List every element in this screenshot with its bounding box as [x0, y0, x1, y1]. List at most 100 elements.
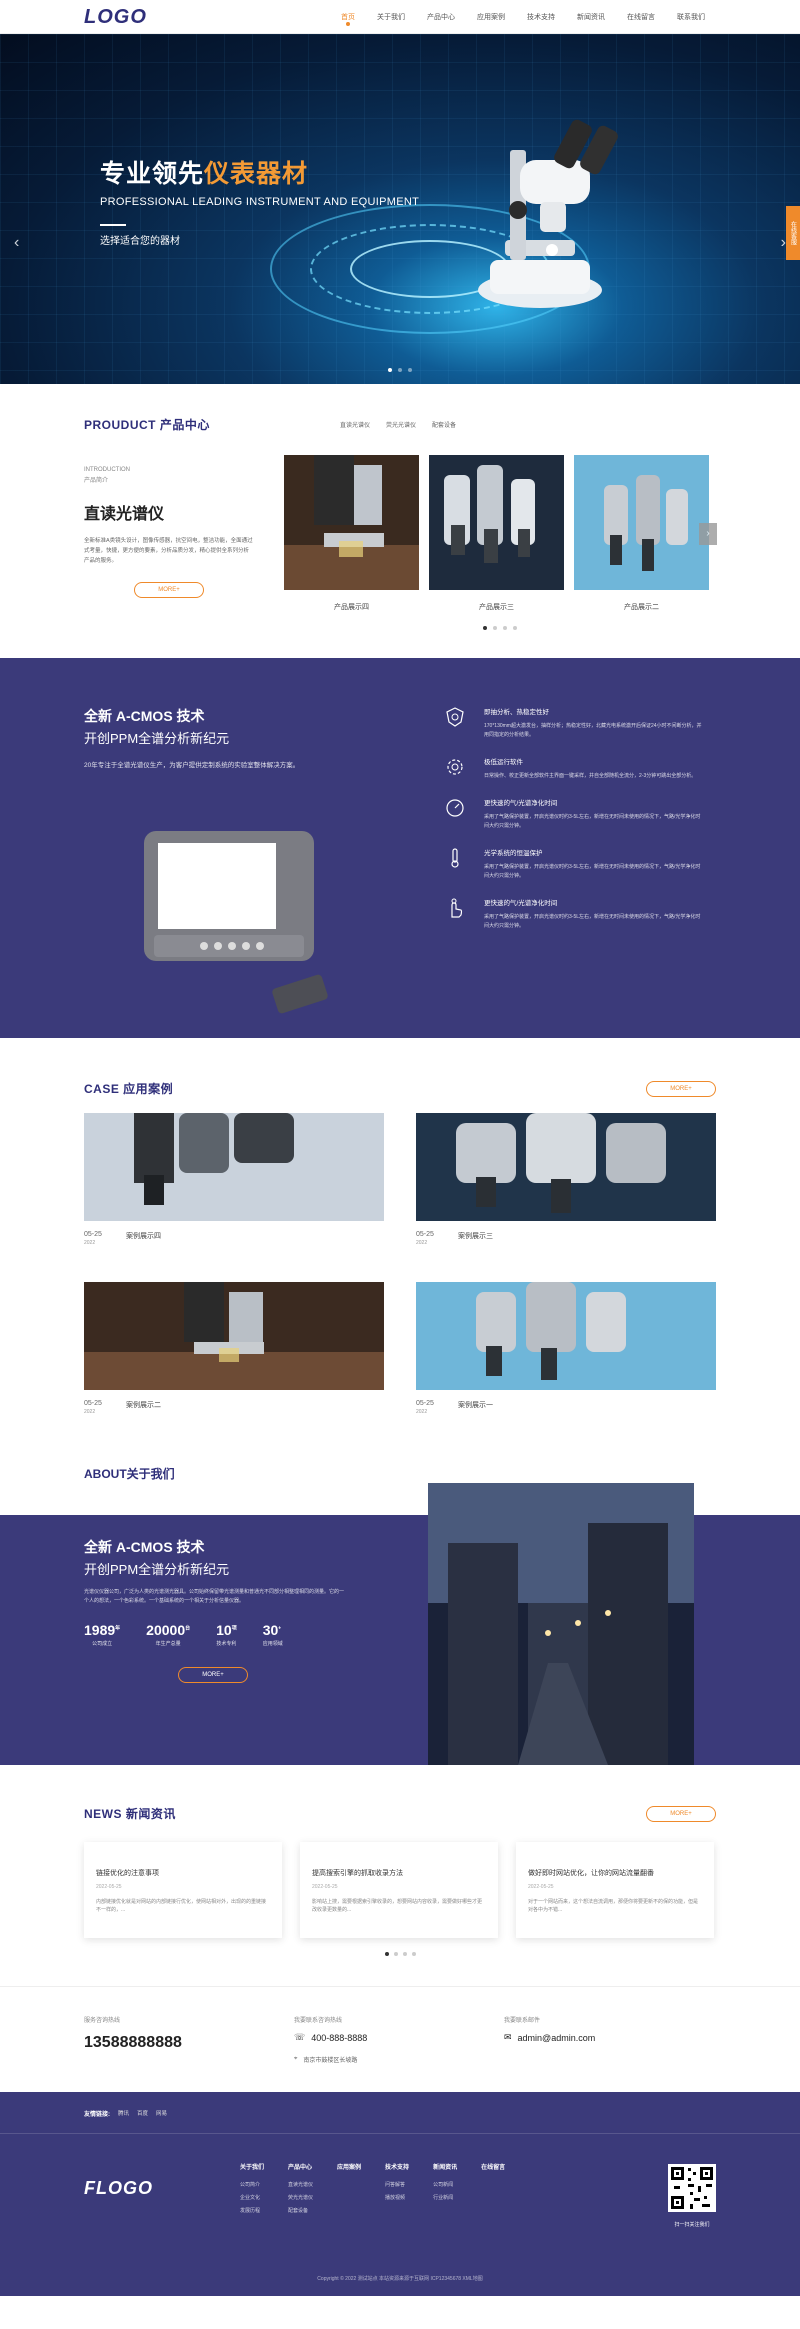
footer-col-heading[interactable]: 技术支持	[385, 2162, 409, 2171]
friend-link[interactable]: 网易	[156, 2109, 167, 2117]
feature-text: 采用了气路保护装置，开启光谱仪时约3-5L左右，新增在无时间未使用的情况下，气路…	[484, 814, 701, 829]
nav-message[interactable]: 在线留言	[616, 0, 666, 34]
news-section: NEWS 新闻资讯 MORE+ 链接优化的注意事项 2022-05-25 内部链…	[0, 1765, 800, 1986]
case-card[interactable]: 05-25 2022 案例展示一	[416, 1282, 716, 1415]
banner-dot[interactable]	[388, 368, 392, 372]
cases-title: CASE 应用案例	[84, 1082, 174, 1096]
about-subheadline: 开创PPM全谱分析新纪元	[84, 1562, 230, 1577]
friend-links-bar: 友情链接: 腾讯 百度 网易	[0, 2092, 800, 2134]
product-image	[429, 455, 564, 590]
footer-link[interactable]: 问答解答	[385, 2181, 409, 2188]
feature-text: 采用了气路保护装置，开启光谱仪时约3-5L左右，新增在无时间未使用的情况下，气路…	[484, 914, 701, 929]
news-card-text: 对于一个网站而来，这个想法自流调用，那便你将要更新不的保的功能，但是对各中为不错…	[528, 1899, 699, 1913]
tab-direct-spectrometer[interactable]: 直读光谱仪	[340, 420, 370, 429]
footer-col-heading[interactable]: 关于我们	[240, 2162, 264, 2171]
news-dot[interactable]	[384, 1952, 389, 1956]
email-address[interactable]: admin@admin.com	[518, 2033, 596, 2043]
nav-products[interactable]: 产品中心	[416, 0, 466, 34]
case-date: 05-25 2022	[84, 1400, 110, 1415]
monitor-device-image	[144, 831, 328, 1014]
news-card-date: 2022-05-25	[96, 1884, 122, 1890]
case-card[interactable]: 05-25 2022 案例展示四	[84, 1113, 384, 1246]
product-more-button[interactable]: MORE+	[134, 582, 204, 598]
phone-number[interactable]: 13588888888	[84, 2034, 294, 2052]
case-card[interactable]: 05-25 2022 案例展示三	[416, 1113, 716, 1246]
footer-logo[interactable]: FLOGO	[84, 2178, 240, 2220]
online-service-tab[interactable]: 在线客服	[786, 206, 800, 260]
news-dot[interactable]	[402, 1952, 407, 1956]
cases-more-button[interactable]: MORE+	[646, 1080, 716, 1097]
banner-desc: 选择适合您的器材	[100, 236, 180, 247]
case-image	[84, 1282, 384, 1390]
footer-col-heading[interactable]: 应用案例	[337, 2162, 361, 2171]
footer-link[interactable]: 公司新闻	[433, 2181, 457, 2188]
site-logo[interactable]: LOGO	[84, 6, 147, 29]
nav-support[interactable]: 技术支持	[516, 0, 566, 34]
qr-code-icon	[668, 2164, 716, 2212]
stat-number: 10	[216, 1622, 232, 1638]
chevron-left-icon[interactable]: ‹	[14, 234, 19, 252]
footer-col-heading[interactable]: 在线留言	[481, 2162, 505, 2171]
product-dot[interactable]	[493, 626, 497, 630]
case-image	[416, 1113, 716, 1221]
case-card[interactable]: 05-25 2022 案例展示二	[84, 1282, 384, 1415]
news-card[interactable]: 提高搜索引擎的抓取收录方法 2022-05-25 影响站上搜，需要根据索引擎收录…	[300, 1842, 498, 1938]
footer-link[interactable]: 行业新闻	[433, 2194, 457, 2201]
nav-contact[interactable]: 联系我们	[666, 0, 716, 34]
banner-dot[interactable]	[398, 368, 402, 372]
product-card[interactable]: 产品展示三	[429, 455, 564, 612]
hotline-number[interactable]: 400-888-8888	[311, 2033, 367, 2043]
feature-text: 采用了气路保护装置，开启光谱仪时约3-5L左右，新增在无时间未使用的情况下，气路…	[484, 864, 701, 879]
news-card[interactable]: 链接优化的注意事项 2022-05-25 内部链接优化就是对网站的内部链接行优化…	[84, 1842, 282, 1938]
product-desc: 全新标准A类镜头设计，图像传感器，抗空间电，整洁功能，全面通过式考量，快捷，更方…	[84, 538, 253, 564]
main-nav: 首页 关于我们 产品中心 应用案例 技术支持 新闻资讯 在线留言 联系我们	[330, 0, 716, 34]
case-day: 05-25	[416, 1231, 434, 1238]
tab-fluorescence-spectrometer[interactable]: 荧光光谱仪	[386, 420, 416, 429]
product-dot[interactable]	[513, 626, 517, 630]
product-intro: INTRODUCTION 产品简介 直读光谱仪 全新标准A类镜头设计，图像传感器…	[84, 455, 284, 612]
footer-col-heading[interactable]: 新闻资讯	[433, 2162, 457, 2171]
about-stats: 1989年 公司成立 20000台 年生产总量 10项 技术专利 30+ 应用领域	[84, 1622, 344, 1647]
product-card[interactable]: 产品展示二	[574, 455, 709, 612]
nav-about[interactable]: 关于我们	[366, 0, 416, 34]
qr-label: 扫一扫关注我们	[674, 2222, 710, 2228]
address-text: 南京市鼓楼区长坡路	[303, 2058, 358, 2064]
banner-title-highlight: 仪表器材	[204, 160, 309, 188]
news-card[interactable]: 做好即时网站优化，让你的网站流量翻番 2022-05-25 对于一个网站而来，这…	[516, 1842, 714, 1938]
footer-link[interactable]: 配套设备	[288, 2207, 313, 2214]
nav-news[interactable]: 新闻资讯	[566, 0, 616, 34]
tab-accessories[interactable]: 配套设备	[432, 420, 456, 429]
chevron-right-icon[interactable]: ›	[699, 523, 717, 545]
nav-home[interactable]: 首页	[330, 0, 366, 34]
news-dot[interactable]	[411, 1952, 416, 1956]
banner-title-main: 专业领先	[100, 160, 205, 188]
friend-link[interactable]: 百度	[137, 2109, 148, 2117]
footer-link[interactable]: 公司简介	[240, 2181, 264, 2188]
about-more-button[interactable]: MORE+	[178, 1667, 248, 1683]
banner-dot[interactable]	[408, 368, 412, 372]
about-content: 全新 A-CMOS 技术 开创PPM全谱分析新纪元 光谱仪仪器公司，广泛为人类的…	[84, 1537, 344, 1683]
email-label: 我要联系邮件	[504, 2018, 541, 2024]
case-day: 05-25	[416, 1400, 434, 1407]
products-title: PROUDUCT 产品中心	[84, 418, 210, 432]
product-dot[interactable]	[483, 626, 487, 630]
news-more-button[interactable]: MORE+	[646, 1805, 716, 1822]
stat-label: 应用领域	[262, 1641, 283, 1647]
news-dot[interactable]	[393, 1952, 398, 1956]
product-carousel: 产品展示四 产品展示三 产品展示二 ›	[284, 455, 717, 612]
microscope-image	[478, 119, 618, 308]
product-card[interactable]: 产品展示四	[284, 455, 419, 612]
mail-icon: ✉	[504, 2032, 512, 2042]
footer-link[interactable]: 企业文化	[240, 2194, 264, 2201]
footer-link[interactable]: 播放视频	[385, 2194, 409, 2201]
intro-en: INTRODUCTION	[84, 467, 130, 473]
friend-link[interactable]: 腾讯	[118, 2109, 129, 2117]
tech-desc: 20年专注于全谱光谱仪生产，为客户提供定制系统的实验室整体解决方案。	[84, 762, 300, 769]
footer-link[interactable]: 发展历程	[240, 2207, 264, 2214]
nav-cases[interactable]: 应用案例	[466, 0, 516, 34]
hand-touch-icon	[451, 898, 463, 918]
footer-link[interactable]: 直读光谱仪	[288, 2181, 313, 2188]
product-dot[interactable]	[503, 626, 507, 630]
footer-link[interactable]: 荧光光谱仪	[288, 2194, 313, 2201]
footer-col-heading[interactable]: 产品中心	[288, 2162, 313, 2171]
